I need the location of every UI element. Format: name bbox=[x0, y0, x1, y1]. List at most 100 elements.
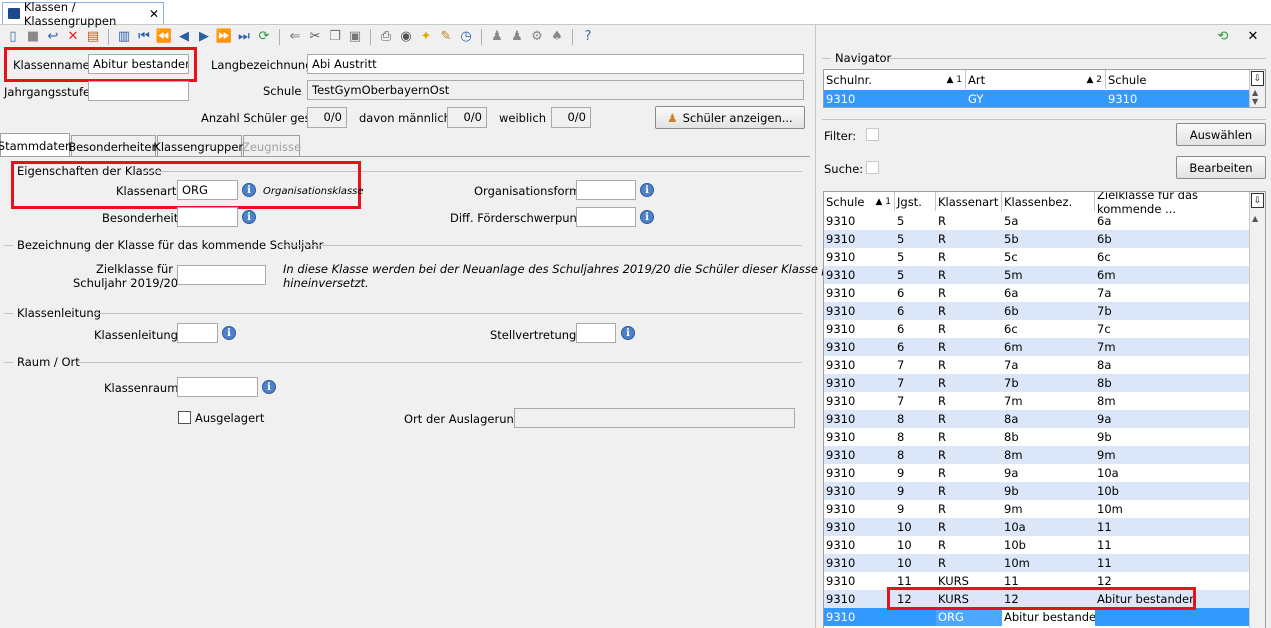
tab-besonderheiten[interactable]: Besonderheiten bbox=[68, 135, 159, 157]
auswaehlen-button[interactable]: Auswählen bbox=[1176, 123, 1266, 146]
document-tab-klassen[interactable]: Klassen / Klassengruppen ✕ bbox=[2, 0, 164, 28]
table-row[interactable]: 9310 5 R 5b 6b bbox=[824, 230, 1249, 248]
table-row[interactable]: 9310 10 R 10b 11 bbox=[824, 536, 1249, 554]
schueler-anzeigen-button[interactable]: ♟ Schüler anzeigen... bbox=[655, 106, 805, 129]
users-icon[interactable]: ♟ bbox=[489, 29, 505, 45]
close-tab-icon[interactable]: ✕ bbox=[149, 7, 159, 21]
navigator-scrollbar[interactable]: ⇩ ▲ ▼ bbox=[1249, 70, 1265, 107]
next-page-icon[interactable]: ⏩ bbox=[216, 29, 232, 45]
print-icon[interactable]: ⎙ bbox=[378, 29, 394, 45]
table-row[interactable]: 9310 5 R 5a 6a bbox=[824, 212, 1249, 230]
close-panel-icon[interactable]: ✕ bbox=[1245, 29, 1261, 45]
table-header-klassenbez[interactable]: Klassenbez. bbox=[1002, 192, 1095, 211]
cut-icon[interactable]: ✂ bbox=[307, 29, 323, 45]
table-scrollbar[interactable]: ⇩ ▲ bbox=[1249, 192, 1265, 628]
maennlich-field: 0/0 bbox=[447, 107, 487, 128]
user-group-icon[interactable]: ♟ bbox=[509, 29, 525, 45]
info-icon[interactable]: i bbox=[242, 183, 256, 197]
table-row[interactable]: 9310 8 R 8a 9a bbox=[824, 410, 1249, 428]
copy-icon[interactable]: ❐ bbox=[327, 29, 343, 45]
filter-checkbox[interactable] bbox=[866, 128, 879, 141]
bearbeiten-button[interactable]: Bearbeiten bbox=[1176, 156, 1266, 179]
table-row[interactable]: 9310 6 R 6m 7m bbox=[824, 338, 1249, 356]
column-chooser-icon[interactable]: ⇩ bbox=[1251, 71, 1264, 86]
table-row[interactable]: 9310 7 R 7b 8b bbox=[824, 374, 1249, 392]
diff-foerderschwerpunkt-input[interactable] bbox=[576, 207, 636, 227]
navigator-row[interactable]: 9310 GY 9310 bbox=[824, 90, 1250, 107]
table-header-klassenart[interactable]: Klassenart bbox=[936, 192, 1002, 211]
lightbulb-icon[interactable]: ✦ bbox=[418, 29, 434, 45]
save-icon[interactable]: ■ bbox=[25, 29, 41, 45]
info-icon[interactable]: i bbox=[242, 210, 256, 224]
navigator-header-schule[interactable]: Schule bbox=[1106, 70, 1246, 89]
klassenraum-input[interactable] bbox=[177, 377, 258, 397]
table-row[interactable]: 9310 6 R 6a 7a bbox=[824, 284, 1249, 302]
klassenleitung-input[interactable] bbox=[177, 323, 218, 343]
klassenleitung-section-title: Klassenleitung bbox=[17, 306, 101, 320]
table-row[interactable]: 9310 8 R 8b 9b bbox=[824, 428, 1249, 446]
klassenname-input[interactable]: Abitur bestanden bbox=[88, 54, 189, 74]
undo-icon[interactable]: ↩ bbox=[45, 29, 61, 45]
list-icon[interactable]: ▥ bbox=[116, 29, 132, 45]
table-row[interactable]: 9310 12 KURS 12 Abitur bestanden bbox=[824, 590, 1249, 608]
preview-icon[interactable]: ◉ bbox=[398, 29, 414, 45]
klassenart-input[interactable]: ORG bbox=[177, 180, 238, 200]
table-row[interactable]: 9310 9 R 9b 10b bbox=[824, 482, 1249, 500]
new-record-icon[interactable]: ▯ bbox=[5, 29, 21, 45]
refresh-navigator-icon[interactable]: ⟲ bbox=[1215, 29, 1231, 45]
jahrgangsstufe-input[interactable] bbox=[88, 81, 189, 101]
table-row[interactable]: 9310 10 R 10m 11 bbox=[824, 554, 1249, 572]
broom-icon[interactable]: ✎ bbox=[438, 29, 454, 45]
refresh-icon[interactable]: ⟳ bbox=[256, 29, 272, 45]
previous-page-icon[interactable]: ⏪ bbox=[156, 29, 172, 45]
help-icon[interactable]: ? bbox=[580, 29, 596, 45]
table-header-schule[interactable]: Schule ▲ 1 bbox=[824, 192, 895, 211]
table-row[interactable]: 9310 8 R 8m 9m bbox=[824, 446, 1249, 464]
scroll-down-icon[interactable]: ▼ bbox=[1252, 97, 1258, 106]
table-cell: R bbox=[938, 340, 946, 354]
besonderheit-input[interactable] bbox=[177, 207, 238, 227]
table-row[interactable]: 9310 7 R 7a 8a bbox=[824, 356, 1249, 374]
ausgelagert-checkbox[interactable] bbox=[178, 411, 191, 424]
delete-icon[interactable]: ✕ bbox=[65, 29, 81, 45]
table-row[interactable]: 9310 9 R 9a 10a bbox=[824, 464, 1249, 482]
table-row[interactable]: 9310 9 R 9m 10m bbox=[824, 500, 1249, 518]
info-icon[interactable]: i bbox=[262, 380, 276, 394]
table-row[interactable]: 9310 7 R 7m 8m bbox=[824, 392, 1249, 410]
langbezeichnung-input[interactable]: Abi Austritt bbox=[307, 54, 804, 74]
navigator-header-schulnr[interactable]: Schulnr. ▲ 1 bbox=[824, 70, 966, 89]
first-record-icon[interactable]: ⏮ bbox=[136, 29, 152, 45]
next-record-icon[interactable]: ▶ bbox=[196, 29, 212, 45]
table-row[interactable]: 9310 10 R 10a 11 bbox=[824, 518, 1249, 536]
info-icon[interactable]: i bbox=[222, 326, 236, 340]
scroll-up-icon[interactable]: ▲ bbox=[1252, 88, 1258, 97]
zielklasse-input[interactable] bbox=[177, 265, 266, 285]
table-row[interactable]: 9310 11 KURS 11 12 bbox=[824, 572, 1249, 590]
column-chooser-icon[interactable]: ⇩ bbox=[1251, 193, 1264, 208]
organisationsform-input[interactable] bbox=[576, 180, 636, 200]
table-header-zielklasse[interactable]: Zielklasse für das kommende ... bbox=[1095, 192, 1249, 216]
info-icon[interactable]: i bbox=[640, 210, 654, 224]
arrow-left-icon[interactable]: ⇐ bbox=[287, 29, 303, 45]
table-row[interactable]: 9310 5 R 5c 6c bbox=[824, 248, 1249, 266]
last-record-icon[interactable]: ⏭ bbox=[236, 29, 252, 45]
stellvertretung-input[interactable] bbox=[576, 323, 616, 343]
table-row[interactable]: 9310 ORG Abitur bestanden bbox=[824, 608, 1249, 626]
scroll-up-icon[interactable]: ▲ bbox=[1252, 214, 1258, 223]
bell-icon[interactable]: ♠ bbox=[549, 29, 565, 45]
info-icon[interactable]: i bbox=[640, 183, 654, 197]
tab-stammdaten[interactable]: Stammdaten bbox=[0, 133, 72, 157]
clock-icon[interactable]: ◷ bbox=[458, 29, 474, 45]
table-header-jgst[interactable]: Jgst. bbox=[895, 192, 936, 211]
tab-klassengruppen[interactable]: Klassengruppen bbox=[153, 135, 246, 157]
table-row[interactable]: 9310 6 R 6b 7b bbox=[824, 302, 1249, 320]
info-icon[interactable]: i bbox=[621, 326, 635, 340]
table-row[interactable]: 9310 5 R 5m 6m bbox=[824, 266, 1249, 284]
properties-icon[interactable]: ▤ bbox=[85, 29, 101, 45]
table-row[interactable]: 9310 6 R 6c 7c bbox=[824, 320, 1249, 338]
previous-record-icon[interactable]: ◀ bbox=[176, 29, 192, 45]
settings-icon[interactable]: ⚙ bbox=[529, 29, 545, 45]
navigator-header-art[interactable]: Art ▲ 2 bbox=[966, 70, 1106, 89]
suche-checkbox[interactable] bbox=[866, 161, 879, 174]
paste-icon[interactable]: ▣ bbox=[347, 29, 363, 45]
